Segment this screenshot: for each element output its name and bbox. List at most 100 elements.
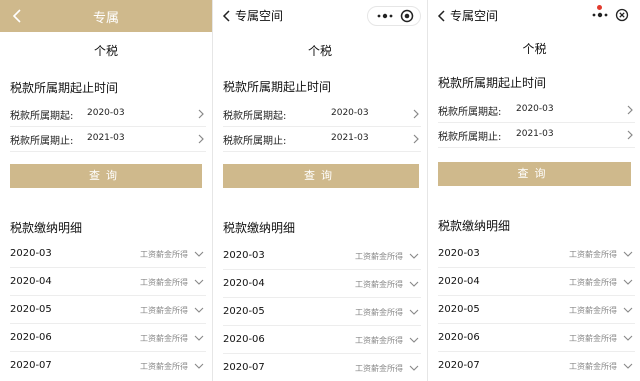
list-item[interactable]: 2020-04 工资薪金所得: [10, 268, 206, 296]
record-month: 2020-07: [438, 360, 480, 371]
chevron-down-icon: [194, 279, 204, 285]
chevron-down-icon: [623, 363, 633, 369]
record-month: 2020-05: [10, 304, 52, 315]
list-item[interactable]: 2020-06 工资薪金所得: [223, 326, 421, 354]
record-type: 工资薪金所得: [140, 334, 188, 343]
period-end-row[interactable]: 税款所属期止: 2021-03: [438, 124, 635, 148]
chevron-down-icon: [409, 337, 419, 343]
record-type: 工资薪金所得: [140, 306, 188, 315]
record-month: 2020-05: [438, 304, 480, 315]
divider: [438, 122, 635, 123]
record-type: 工资薪金所得: [355, 336, 403, 345]
nav-title: 专属空间: [235, 9, 284, 23]
record-type: 工资薪金所得: [569, 334, 617, 343]
record-type: 工资薪金所得: [140, 250, 188, 259]
list-item[interactable]: 2020-04 工资薪金所得: [223, 270, 421, 298]
record-type: 工资薪金所得: [355, 252, 403, 261]
section-period-heading: 税款所属期起止时间: [10, 81, 119, 95]
period-end-value: 2021-03: [87, 133, 125, 143]
page-subtitle: 个税: [522, 42, 547, 56]
mini-program-capsule: [583, 5, 635, 24]
divider: [10, 126, 206, 127]
back-arrow-icon[interactable]: [219, 8, 235, 24]
back-arrow-icon[interactable]: [434, 8, 450, 24]
chevron-right-icon: [627, 130, 633, 140]
screen-2: 专属空间 个税 税款所属期起止时间 税款所属期起: 2020-03 税款所属期止…: [212, 0, 427, 381]
page-subtitle: 个税: [307, 44, 332, 58]
period-end-row[interactable]: 税款所属期止: 2021-03: [10, 128, 206, 152]
section-period-heading: 税款所属期起止时间: [223, 80, 332, 94]
period-end-label: 税款所属期止:: [10, 136, 74, 147]
notification-dot: [597, 5, 602, 10]
chevron-down-icon: [194, 363, 204, 369]
nav-title: 专属空间: [450, 9, 499, 23]
section-detail-heading: 税款缴纳明细: [223, 221, 296, 235]
record-type: 工资薪金所得: [140, 362, 188, 371]
record-month: 2020-06: [10, 332, 52, 343]
divider: [438, 147, 635, 148]
close-circle-icon[interactable]: [615, 8, 629, 22]
record-month: 2020-06: [223, 334, 265, 345]
record-month: 2020-04: [438, 276, 480, 287]
chevron-right-icon: [198, 134, 204, 144]
nav-bar: 专属空间: [213, 0, 427, 32]
record-month: 2020-03: [223, 250, 265, 261]
record-month: 2020-06: [438, 332, 480, 343]
record-month: 2020-05: [223, 306, 265, 317]
chevron-down-icon: [623, 307, 633, 313]
record-type: 工资薪金所得: [569, 250, 617, 259]
period-end-value: 2021-03: [331, 133, 369, 143]
list-item[interactable]: 2020-03 工资薪金所得: [438, 240, 635, 268]
list-item[interactable]: 2020-03 工资薪金所得: [10, 240, 206, 268]
period-start-value: 2020-03: [87, 108, 125, 118]
record-month: 2020-03: [10, 248, 52, 259]
list-item[interactable]: 2020-06 工资薪金所得: [10, 324, 206, 352]
period-start-label: 税款所属期起:: [438, 107, 502, 118]
record-type: 工资薪金所得: [569, 278, 617, 287]
chevron-right-icon: [413, 134, 419, 144]
more-icon[interactable]: [376, 9, 394, 23]
period-start-row[interactable]: 税款所属期起: 2020-03: [438, 99, 635, 123]
nav-title: 专属: [92, 11, 119, 26]
list-item[interactable]: 2020-07 工资薪金所得: [223, 354, 421, 381]
record-type: 工资薪金所得: [569, 306, 617, 315]
chevron-down-icon: [623, 279, 633, 285]
query-button[interactable]: 查询: [10, 164, 202, 188]
list-item[interactable]: 2020-03 工资薪金所得: [223, 242, 421, 270]
chevron-down-icon: [623, 335, 633, 341]
chevron-down-icon: [409, 309, 419, 315]
list-item[interactable]: 2020-04 工资薪金所得: [438, 268, 635, 296]
more-icon[interactable]: [591, 8, 609, 22]
query-button[interactable]: 查询: [438, 162, 631, 186]
chevron-down-icon: [194, 307, 204, 313]
list-item[interactable]: 2020-07 工资薪金所得: [10, 352, 206, 380]
period-start-value: 2020-03: [516, 104, 554, 114]
list-item[interactable]: 2020-06 工资薪金所得: [438, 324, 635, 352]
chevron-right-icon: [198, 109, 204, 119]
period-start-row[interactable]: 税款所属期起: 2020-03: [10, 103, 206, 127]
target-icon[interactable]: [400, 9, 414, 23]
list-item[interactable]: 2020-05 工资薪金所得: [223, 298, 421, 326]
divider: [10, 151, 206, 152]
chevron-down-icon: [194, 335, 204, 341]
section-period-heading: 税款所属期起止时间: [438, 76, 547, 90]
section-detail-heading: 税款缴纳明细: [10, 221, 83, 235]
list-item[interactable]: 2020-05 工资薪金所得: [10, 296, 206, 324]
list-item[interactable]: 2020-05 工资薪金所得: [438, 296, 635, 324]
chevron-down-icon: [194, 251, 204, 257]
chevron-right-icon: [413, 109, 419, 119]
period-end-row[interactable]: 税款所属期止: 2021-03: [223, 128, 421, 152]
record-type: 工资薪金所得: [355, 364, 403, 373]
record-month: 2020-07: [223, 362, 265, 373]
record-type: 工资薪金所得: [140, 278, 188, 287]
period-end-label: 税款所属期止:: [438, 132, 502, 143]
divider: [223, 126, 421, 127]
list-item[interactable]: 2020-07 工资薪金所得: [438, 352, 635, 380]
period-start-label: 税款所属期起:: [223, 111, 287, 122]
record-type: 工资薪金所得: [355, 280, 403, 289]
nav-bar: 专属: [0, 0, 212, 32]
period-start-row[interactable]: 税款所属期起: 2020-03: [223, 103, 421, 127]
period-start-value: 2020-03: [331, 108, 369, 118]
record-month: 2020-03: [438, 248, 480, 259]
query-button[interactable]: 查询: [223, 164, 419, 188]
